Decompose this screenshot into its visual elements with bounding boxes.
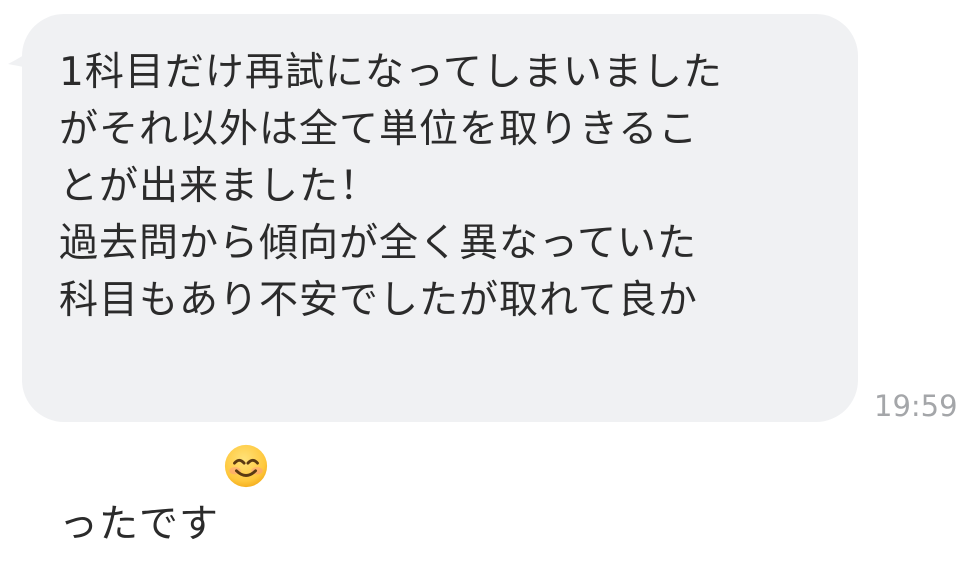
message-line-6: ったです bbox=[59, 502, 220, 547]
message-bubble[interactable]: 1科目だけ再試になってしまいました がそれ以外は全て単位を取りきるこ とが出来ま… bbox=[22, 14, 858, 547]
message-timestamp: 19:59 bbox=[874, 389, 958, 423]
message-line-2: がそれ以外は全て単位を取りきるこ bbox=[59, 107, 699, 152]
message-text: 1科目だけ再試になってしまいました がそれ以外は全て単位を取りきるこ とが出来ま… bbox=[59, 44, 826, 553]
message-line-4: 過去問から傾向が全く異なっていた bbox=[59, 221, 698, 266]
smiling-face-emoji-icon bbox=[223, 329, 269, 488]
message-line-3: とが出来ました！ bbox=[59, 164, 380, 209]
received-message-row: 1科目だけ再試になってしまいました がそれ以外は全て単位を取りきるこ とが出来ま… bbox=[0, 0, 979, 547]
message-line-5: 科目もあり不安でしたが取れて良か bbox=[59, 278, 698, 323]
message-line-1: 1科目だけ再試になってしまいました bbox=[59, 50, 723, 95]
